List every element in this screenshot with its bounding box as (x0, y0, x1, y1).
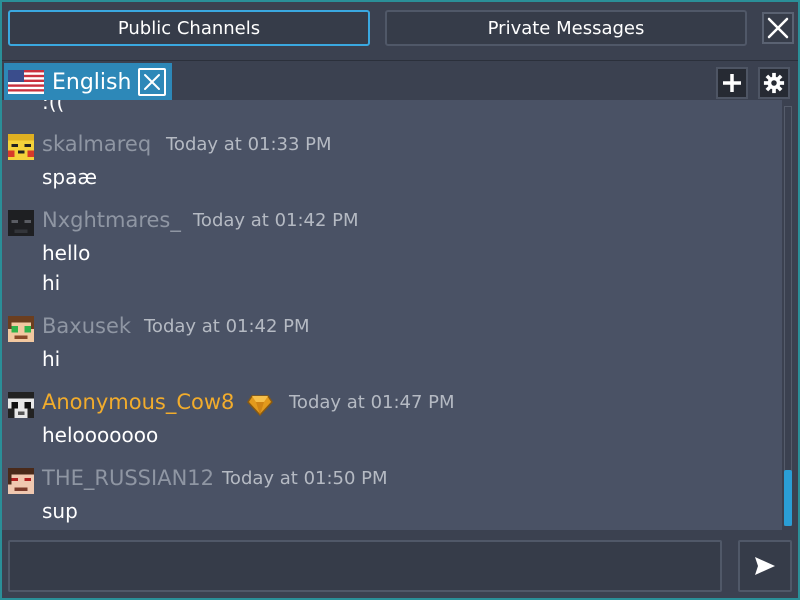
chat-message: Anonymous_Cow8 Today at 01:47 PM heloooo… (2, 390, 782, 450)
settings-button[interactable] (758, 67, 790, 99)
scrollbar-track[interactable] (784, 106, 792, 526)
message-text: hi (42, 271, 61, 295)
message-text: hello (42, 241, 91, 265)
chat-message: skalmareq Today at 01:33 PM spaæ (2, 132, 782, 192)
message-text: helooooooo (42, 423, 159, 447)
plus-icon (723, 74, 741, 92)
avatar[interactable] (8, 392, 34, 418)
close-icon (144, 74, 160, 90)
gear-icon (763, 72, 785, 94)
timestamp: Today at 01:47 PM (289, 392, 455, 413)
username[interactable]: Anonymous_Cow8 (42, 390, 234, 414)
message-text: sup (42, 499, 78, 523)
close-icon (767, 17, 789, 39)
timestamp: Today at 01:42 PM (144, 316, 310, 337)
timestamp: Today at 01:42 PM (193, 210, 359, 231)
message-text: spaæ (42, 165, 98, 189)
avatar[interactable] (8, 316, 34, 342)
chat-window: Public Channels Private Messages English (0, 0, 800, 600)
timestamp: Today at 01:50 PM (222, 468, 388, 489)
message-text: hi (42, 347, 61, 371)
username[interactable]: Baxusek (42, 314, 131, 338)
send-icon (755, 557, 775, 575)
tab-private-messages[interactable]: Private Messages (385, 10, 747, 46)
channel-bar: English (2, 60, 798, 101)
username[interactable]: THE_RUSSIAN12 (42, 466, 214, 490)
close-channel-button[interactable] (138, 68, 166, 96)
scrollbar-thumb[interactable] (784, 470, 792, 526)
message-input[interactable] (8, 540, 722, 592)
input-bar (2, 530, 798, 598)
message-text: :(( (42, 100, 65, 114)
us-flag-icon (8, 70, 44, 94)
chat-message: Baxusek Today at 01:42 PM hi (2, 314, 782, 374)
timestamp: Today at 01:33 PM (166, 134, 332, 155)
channel-tab-english[interactable]: English (4, 63, 172, 101)
message-list[interactable]: :(( skalmareq Today at 01:33 PM spaæ Nxg… (2, 100, 782, 530)
username[interactable]: skalmareq (42, 132, 151, 156)
avatar[interactable] (8, 210, 34, 236)
avatar[interactable] (8, 468, 34, 494)
gem-icon (247, 395, 273, 416)
top-tab-bar: Public Channels Private Messages (2, 2, 798, 60)
channel-label: English (52, 69, 132, 95)
close-window-button[interactable] (762, 12, 794, 44)
tab-public-channels[interactable]: Public Channels (8, 10, 370, 46)
send-button[interactable] (738, 540, 792, 592)
username[interactable]: Nxghtmares_ (42, 208, 181, 232)
chat-message: Nxghtmares_ Today at 01:42 PM hello hi (2, 208, 782, 298)
avatar[interactable] (8, 134, 34, 160)
chat-message: THE_RUSSIAN12 Today at 01:50 PM sup (2, 466, 782, 526)
add-channel-button[interactable] (716, 67, 748, 99)
